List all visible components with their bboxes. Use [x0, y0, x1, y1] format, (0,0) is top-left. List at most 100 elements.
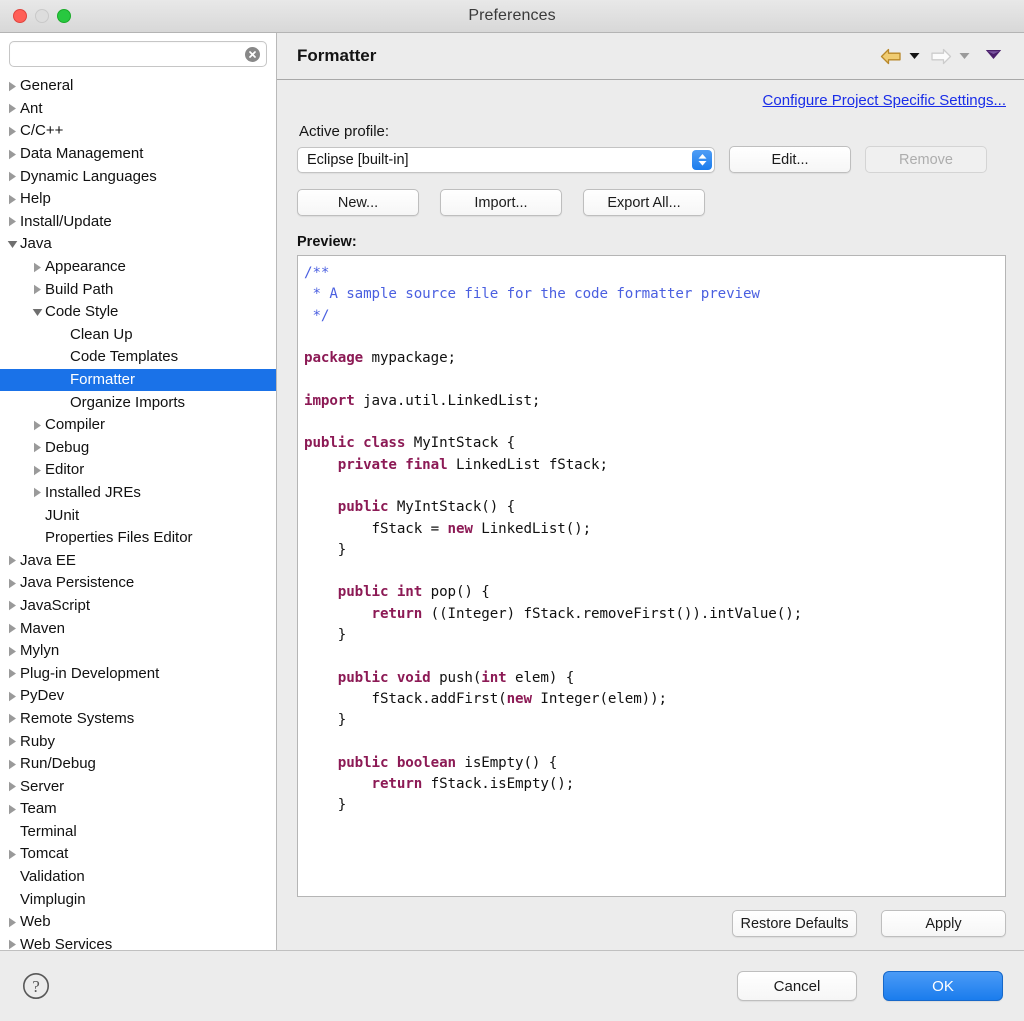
chevron-right-icon[interactable] — [5, 578, 20, 589]
sidebar-item-pydev[interactable]: PyDev — [0, 685, 276, 708]
chevron-right-icon[interactable] — [5, 194, 20, 205]
export-all-profiles-button[interactable]: Export All... — [583, 189, 705, 216]
apply-button[interactable]: Apply — [881, 910, 1006, 937]
help-icon[interactable]: ? — [22, 972, 50, 1000]
preferences-tree[interactable]: General Ant C/C++ Data Management Dynamic La… — [0, 73, 276, 950]
sidebar-item-java[interactable]: Java — [0, 233, 276, 256]
chevron-right-icon[interactable] — [5, 646, 20, 657]
code-preview-area[interactable]: /** * A sample source file for the code … — [297, 255, 1006, 897]
configure-project-specific-settings-link[interactable]: Configure Project Specific Settings... — [763, 92, 1006, 109]
chevron-right-icon[interactable] — [30, 420, 45, 431]
sidebar-item-ruby[interactable]: Ruby — [0, 730, 276, 753]
chevron-right-icon[interactable] — [5, 103, 20, 114]
sidebar-item-junit[interactable]: JUnit — [0, 504, 276, 527]
sidebar-item-maven[interactable]: Maven — [0, 617, 276, 640]
sidebar-item-java-persistence[interactable]: Java Persistence — [0, 572, 276, 595]
chevron-right-icon[interactable] — [5, 668, 20, 679]
restore-defaults-button[interactable]: Restore Defaults — [732, 910, 857, 937]
sidebar-item-terminal[interactable]: Terminal — [0, 821, 276, 844]
import-profile-button[interactable]: Import... — [440, 189, 562, 216]
sidebar-item-mylyn[interactable]: Mylyn — [0, 640, 276, 663]
sidebar-item-installed-jres[interactable]: Installed JREs — [0, 482, 276, 505]
sidebar-item-server[interactable]: Server — [0, 775, 276, 798]
sidebar-item-code-style[interactable]: Code Style — [0, 301, 276, 324]
ok-button[interactable]: OK — [883, 971, 1003, 1001]
chevron-right-icon[interactable] — [5, 691, 20, 702]
chevron-right-icon[interactable] — [5, 555, 20, 566]
chevron-right-icon[interactable] — [30, 465, 45, 476]
clear-icon[interactable] — [245, 46, 260, 62]
chevron-right-icon[interactable] — [5, 849, 20, 860]
active-profile-select[interactable]: Eclipse [built-in] — [297, 146, 715, 173]
sidebar-item-vimplugin[interactable]: Vimplugin — [0, 888, 276, 911]
active-profile-value: Eclipse [built-in] — [307, 151, 409, 168]
edit-profile-button[interactable]: Edit... — [729, 146, 851, 173]
chevron-right-icon[interactable] — [5, 623, 20, 634]
chevron-right-icon[interactable] — [5, 781, 20, 792]
cancel-button[interactable]: Cancel — [737, 971, 857, 1001]
chevron-right-icon[interactable] — [5, 126, 20, 137]
chevron-updown-icon[interactable] — [692, 149, 712, 170]
sidebar-item-label: Install/Update — [20, 212, 112, 230]
sidebar-item-editor[interactable]: Editor — [0, 459, 276, 482]
chevron-right-icon[interactable] — [5, 171, 20, 182]
sidebar-item-label: Mylyn — [20, 642, 60, 660]
chevron-right-icon[interactable] — [5, 600, 20, 611]
sidebar-item-java-ee[interactable]: Java EE — [0, 549, 276, 572]
sidebar-item-appearance[interactable]: Appearance — [0, 256, 276, 279]
sidebar-item-properties-files-editor[interactable]: Properties Files Editor — [0, 527, 276, 550]
sidebar-item-ant[interactable]: Ant — [0, 98, 276, 121]
chevron-right-icon[interactable] — [5, 939, 20, 950]
sidebar-item-data-management[interactable]: Data Management — [0, 143, 276, 166]
back-arrow-icon[interactable] — [877, 45, 905, 68]
sidebar-item-team[interactable]: Team — [0, 798, 276, 821]
chevron-right-icon[interactable] — [5, 81, 20, 92]
sidebar-item-label: Dynamic Languages — [20, 167, 157, 185]
sidebar-item-install-update[interactable]: Install/Update — [0, 211, 276, 234]
search-input[interactable] — [10, 46, 266, 62]
sidebar-item-remote-systems[interactable]: Remote Systems — [0, 708, 276, 731]
chevron-right-icon[interactable] — [5, 759, 20, 770]
sidebar-item-web[interactable]: Web — [0, 911, 276, 934]
chevron-right-icon[interactable] — [30, 487, 45, 498]
sidebar-item-formatter[interactable]: Formatter — [0, 368, 276, 392]
sidebar-item-compiler[interactable]: Compiler — [0, 414, 276, 437]
preview-label: Preview: — [297, 234, 357, 250]
sidebar-item-c-c[interactable]: C/C++ — [0, 120, 276, 143]
sidebar-item-web-services[interactable]: Web Services — [0, 934, 276, 950]
sidebar-item-organize-imports[interactable]: Organize Imports — [0, 391, 276, 414]
sidebar-item-validation[interactable]: Validation — [0, 866, 276, 889]
new-profile-button[interactable]: New... — [297, 189, 419, 216]
sidebar-item-debug[interactable]: Debug — [0, 437, 276, 460]
panel-menu-chevron-down-icon[interactable] — [985, 47, 1002, 65]
sidebar-item-label: Vimplugin — [20, 890, 86, 908]
sidebar-item-javascript[interactable]: JavaScript — [0, 595, 276, 618]
chevron-right-icon[interactable] — [30, 284, 45, 295]
sidebar-item-build-path[interactable]: Build Path — [0, 278, 276, 301]
sidebar-item-label: C/C++ — [20, 122, 64, 140]
chevron-right-icon[interactable] — [5, 804, 20, 815]
sidebar-item-dynamic-languages[interactable]: Dynamic Languages — [0, 165, 276, 188]
search-box[interactable] — [9, 41, 267, 67]
forward-arrow-icon[interactable] — [927, 45, 955, 68]
sidebar-item-plug-in-development[interactable]: Plug-in Development — [0, 662, 276, 685]
sidebar-item-clean-up[interactable]: Clean Up — [0, 324, 276, 347]
sidebar-item-general[interactable]: General — [0, 75, 276, 98]
chevron-down-icon[interactable] — [5, 240, 20, 249]
sidebar-item-run-debug[interactable]: Run/Debug — [0, 753, 276, 776]
sidebar-item-code-templates[interactable]: Code Templates — [0, 346, 276, 369]
chevron-right-icon[interactable] — [5, 917, 20, 928]
sidebar-item-help[interactable]: Help — [0, 188, 276, 211]
chevron-right-icon[interactable] — [5, 216, 20, 227]
chevron-right-icon[interactable] — [5, 736, 20, 747]
window-titlebar: Preferences — [0, 0, 1024, 33]
forward-chevron-down-icon[interactable] — [959, 47, 970, 65]
chevron-right-icon[interactable] — [30, 262, 45, 273]
dialog-body: General Ant C/C++ Data Management Dynamic La… — [0, 33, 1024, 950]
chevron-right-icon[interactable] — [5, 713, 20, 724]
back-chevron-down-icon[interactable] — [909, 47, 920, 65]
sidebar-item-tomcat[interactable]: Tomcat — [0, 843, 276, 866]
chevron-right-icon[interactable] — [5, 149, 20, 160]
chevron-down-icon[interactable] — [30, 308, 45, 317]
chevron-right-icon[interactable] — [30, 442, 45, 453]
